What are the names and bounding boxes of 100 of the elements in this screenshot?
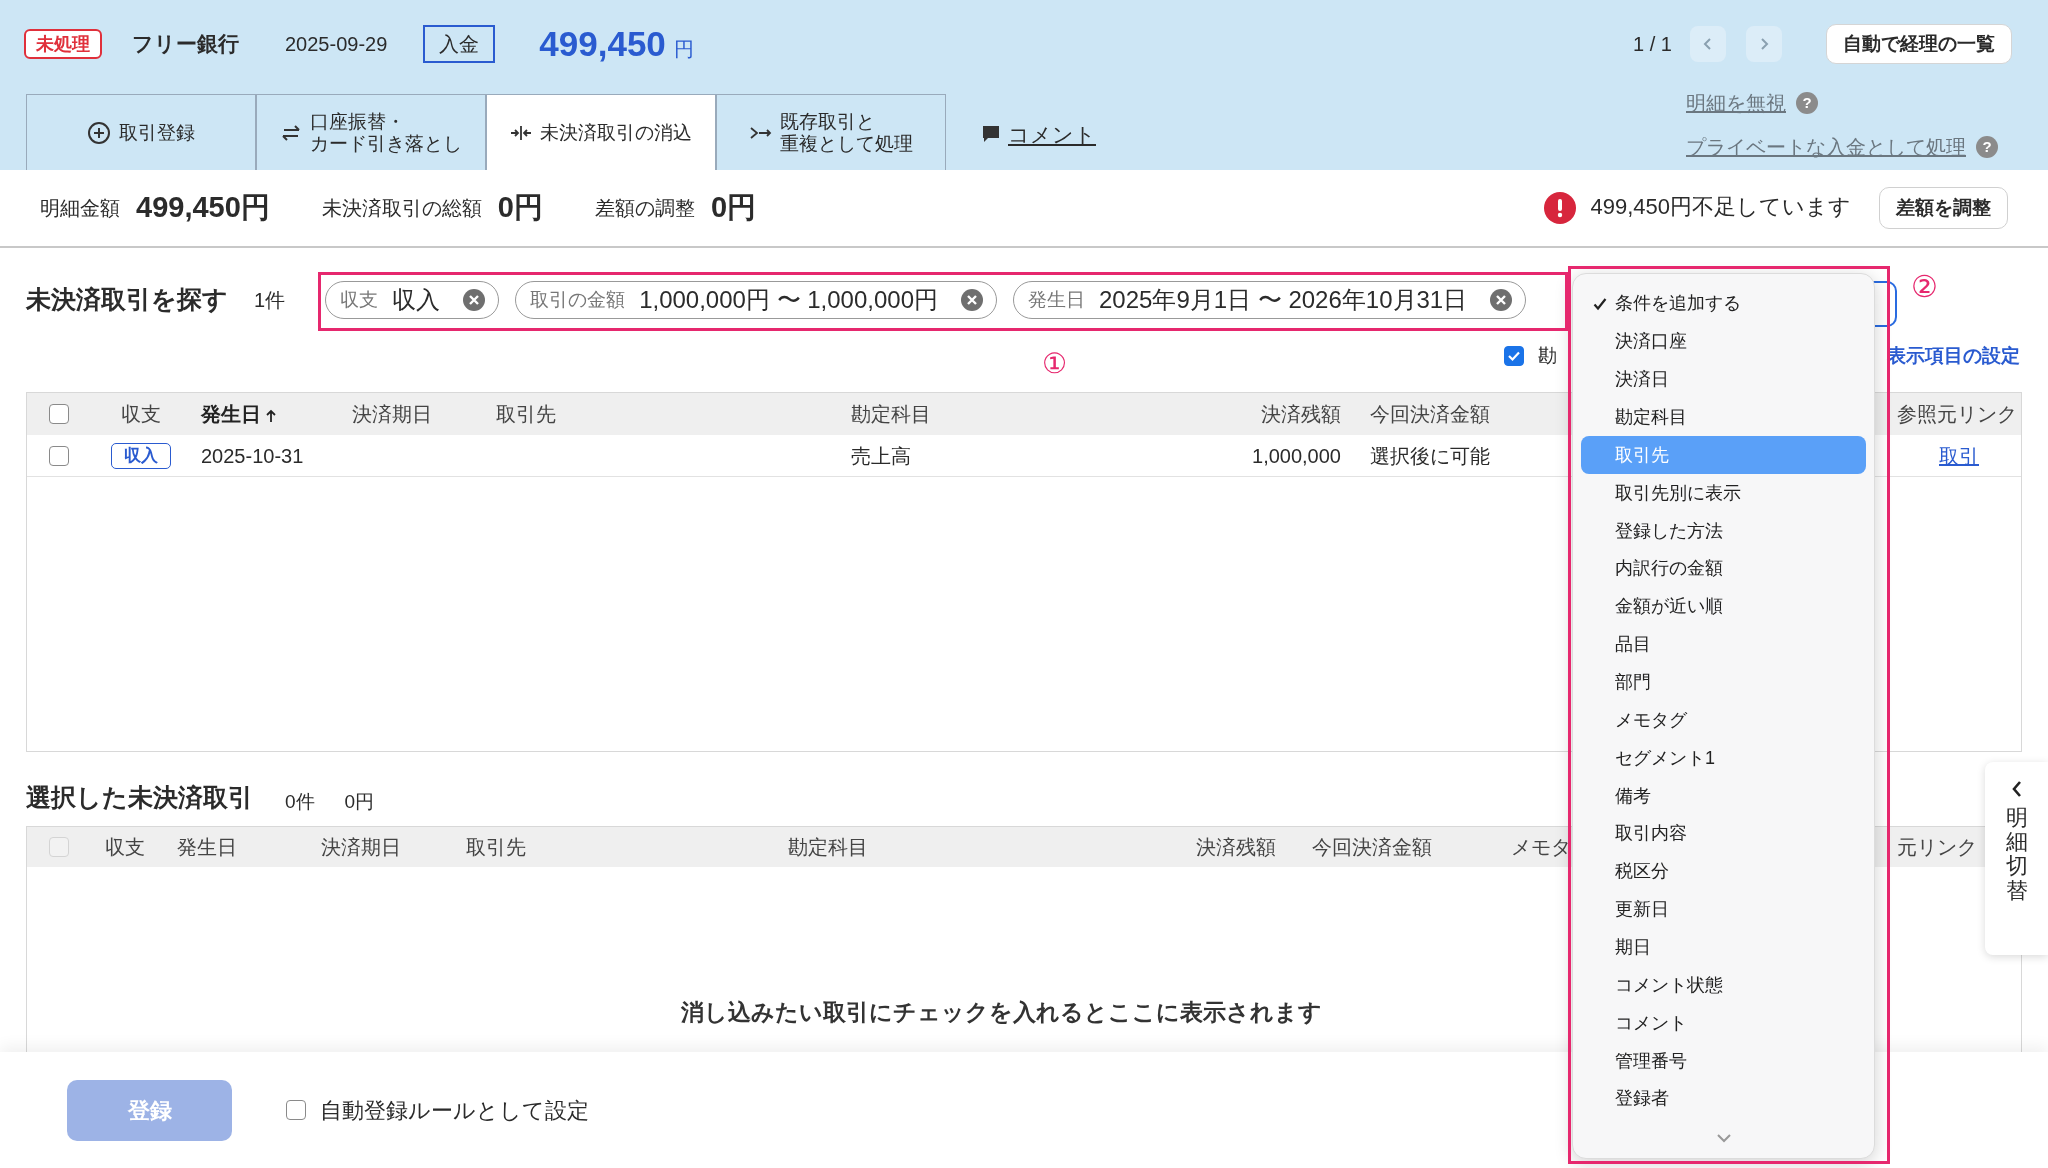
menu-item[interactable]: メモタグ: [1581, 701, 1866, 740]
comment-icon: [982, 125, 1000, 144]
column-header[interactable]: 元リンク: [1897, 832, 1977, 862]
column-header[interactable]: 勘定科目: [851, 399, 931, 429]
close-icon[interactable]: [1489, 288, 1514, 312]
warning-text: 499,450円不足しています: [1590, 192, 1851, 221]
type-badge: 収入: [111, 442, 171, 469]
tab[interactable]: 既存取引と 重複として処理: [716, 94, 946, 170]
tab[interactable]: 未決済取引の消込: [486, 94, 716, 170]
chevron-left-icon: [1703, 37, 1713, 51]
swap-arrows-icon: [280, 122, 302, 143]
checkbox[interactable]: [286, 1100, 306, 1120]
column-header[interactable]: 参照元リンク: [1897, 399, 2017, 429]
selected-total: 0円: [344, 789, 375, 814]
annotation-number: ①: [1042, 347, 1067, 381]
menu-item[interactable]: 管理番号: [1581, 1042, 1866, 1081]
menu-item[interactable]: 取引先別に表示: [1581, 474, 1866, 513]
column-header[interactable]: メモタ: [1511, 832, 1571, 862]
menu-item[interactable]: 更新日: [1581, 890, 1866, 929]
table-cell-text: 1,000,000: [1252, 443, 1341, 469]
previous-button[interactable]: [1690, 26, 1726, 62]
text-link[interactable]: プライベートな入金として処理: [1686, 132, 1966, 162]
menu-item[interactable]: 品目: [1581, 625, 1866, 664]
side-tab-label: 明細切替: [2005, 806, 2028, 903]
currency-unit: 円: [673, 36, 694, 62]
column-header[interactable]: 決済残額: [1261, 399, 1341, 429]
status-badge: 未処理: [24, 29, 102, 59]
empty-message: 消し込みたい取引にチェックを入れるとここに表示されます: [680, 998, 1322, 1027]
statement-amount: 499,450: [539, 22, 666, 65]
menu-item[interactable]: コメント状態: [1581, 966, 1866, 1005]
checkbox-label: 自動登録ルールとして設定: [320, 1096, 589, 1125]
statement-date: 2025-09-29: [285, 32, 388, 57]
checkbox[interactable]: [1504, 346, 1524, 366]
text-link[interactable]: 明細を無視: [1686, 88, 1786, 118]
column-header[interactable]: 今回決済金額: [1312, 832, 1432, 862]
summary-value: 499,450円: [136, 190, 270, 226]
type-badge: 入金: [423, 25, 496, 63]
menu-item[interactable]: セグメント1: [1581, 739, 1866, 778]
chevron-left-icon: [2010, 780, 2023, 798]
sort-arrow-icon: [265, 409, 277, 423]
column-header[interactable]: 決済期日: [352, 399, 432, 429]
source-link[interactable]: 取引: [1939, 440, 1979, 471]
result-count: 1件: [254, 288, 286, 313]
menu-item[interactable]: 期日: [1581, 928, 1866, 967]
column-header[interactable]: 勘定科目: [788, 832, 868, 862]
tab[interactable]: 取引登録: [26, 94, 256, 170]
column-header[interactable]: 取引先: [466, 832, 526, 862]
tab[interactable]: 口座振替・ カード引き落とし: [256, 94, 486, 170]
menu-item[interactable]: 取引内容: [1581, 815, 1866, 853]
close-icon[interactable]: [462, 288, 487, 312]
forward-arrows-icon: [749, 124, 772, 141]
column-header[interactable]: 今回決済金額: [1370, 399, 1490, 429]
column-header[interactable]: 取引先: [496, 399, 556, 429]
column-header[interactable]: 収支: [121, 399, 161, 429]
chip-label: 収支: [340, 287, 379, 312]
next-button[interactable]: [1746, 26, 1782, 62]
menu-item[interactable]: 決済日: [1581, 360, 1866, 399]
comment-link[interactable]: コメント: [1008, 118, 1096, 150]
check-icon: [1593, 296, 1607, 311]
column-header[interactable]: 発生日: [177, 832, 237, 862]
pager-text: 1 / 1: [1633, 32, 1672, 57]
menu-item[interactable]: 金額が近い順: [1581, 587, 1866, 626]
summary-value: 0円: [710, 190, 757, 226]
menu-item[interactable]: 備考: [1581, 777, 1866, 816]
menu-item[interactable]: 内訳行の金額: [1581, 550, 1866, 588]
column-header[interactable]: 決済残額: [1196, 832, 1276, 862]
plus-circle-icon: [87, 120, 111, 145]
adjust-button[interactable]: 差額を調整: [1879, 187, 2008, 229]
select-all-checkbox[interactable]: [49, 404, 69, 424]
column-header[interactable]: 決済期日: [321, 832, 401, 862]
section-title: 選択した未決済取引: [26, 781, 253, 813]
selected-count: 0件: [285, 789, 315, 814]
chip-label: 発生日: [1028, 287, 1085, 312]
menu-item[interactable]: 勘定科目: [1581, 398, 1866, 437]
menu-item[interactable]: 条件を追加する: [1581, 285, 1866, 323]
chip-value: 2025年9月1日 〜 2026年10月31日: [1099, 285, 1468, 315]
check-icon: [1507, 349, 1521, 363]
menu-item[interactable]: 決済口座: [1581, 322, 1866, 361]
chip-label: 取引の金額: [530, 287, 626, 312]
column-header[interactable]: 発生日: [201, 399, 261, 429]
warning-icon: [1544, 192, 1577, 224]
chevron-down-icon: [1715, 1132, 1732, 1143]
column-header[interactable]: 収支: [105, 832, 145, 862]
close-icon[interactable]: [960, 288, 984, 312]
menu-item[interactable]: 部門: [1581, 663, 1866, 702]
menu-item[interactable]: 税区分: [1581, 852, 1866, 891]
row-checkbox[interactable]: [49, 445, 69, 466]
chip-value: 1,000,000円 〜 1,000,000円: [639, 285, 938, 315]
menu-item[interactable]: コメント: [1581, 1004, 1866, 1043]
chevron-right-icon: [1759, 37, 1769, 51]
menu-item[interactable]: 登録した方法: [1581, 512, 1866, 550]
checkbox-label: 勘: [1538, 343, 1557, 368]
section-title: 未決済取引を探す: [26, 284, 228, 316]
side-tab[interactable]: 明細切替: [1985, 762, 2048, 955]
list-button[interactable]: 自動で経理の一覧: [1826, 24, 2012, 64]
menu-item[interactable]: 登録者: [1581, 1080, 1866, 1118]
bank-name: フリー銀行: [132, 31, 239, 58]
summary-label: 差額の調整: [594, 196, 695, 221]
summary-value: 0円: [497, 190, 543, 226]
merge-arrows-icon: [510, 124, 532, 141]
